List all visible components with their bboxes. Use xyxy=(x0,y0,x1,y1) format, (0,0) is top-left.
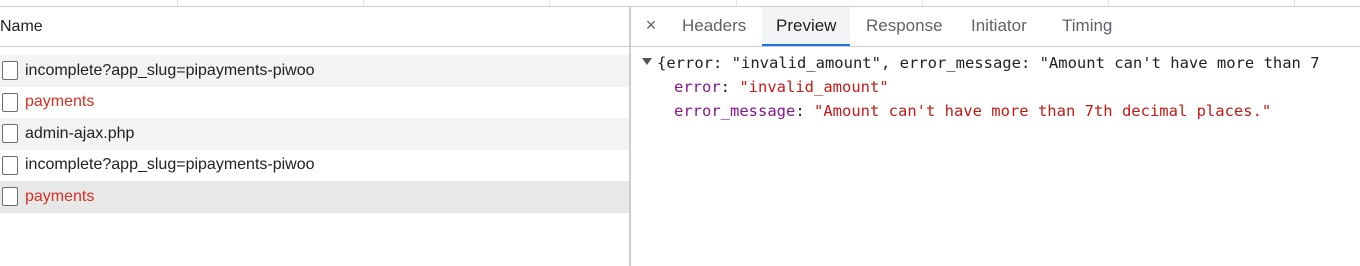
json-value: "invalid_amount" xyxy=(739,78,889,96)
request-row[interactable]: incomplete?app_slug=pipayments-piwoo xyxy=(0,55,629,87)
request-row[interactable]: payments xyxy=(0,87,629,119)
close-icon[interactable]: × xyxy=(643,15,659,35)
json-summary: {error: "invalid_amount", error_message:… xyxy=(657,54,1320,72)
request-row-selected[interactable]: payments xyxy=(0,181,629,213)
tab-headers[interactable]: Headers xyxy=(668,7,760,46)
expand-triangle-icon[interactable] xyxy=(642,58,652,65)
request-detail-panel: × Headers Preview Response Initiator Tim… xyxy=(631,7,1360,266)
json-property: error_message: "Amount can't have more t… xyxy=(674,102,1272,120)
request-list: Name incomplete?app_slug=pipayments-piwo… xyxy=(0,7,629,266)
request-name: payments xyxy=(25,187,95,205)
json-summary-line[interactable]: {error: "invalid_amount", error_message:… xyxy=(631,51,1360,75)
document-icon xyxy=(2,187,18,207)
request-row[interactable]: incomplete?app_slug=pipayments-piwoo xyxy=(0,150,629,182)
devtools-network-panel: Name incomplete?app_slug=pipayments-piwo… xyxy=(0,0,1360,266)
tab-timing[interactable]: Timing xyxy=(1048,7,1126,46)
document-icon xyxy=(2,92,18,112)
document-icon xyxy=(2,124,18,144)
name-column-header-label: Name xyxy=(0,18,43,35)
document-icon xyxy=(2,61,18,81)
request-row[interactable]: admin-ajax.php xyxy=(0,118,629,150)
json-property: error: "invalid_amount" xyxy=(674,78,889,96)
request-name: admin-ajax.php xyxy=(25,124,135,142)
name-column-header[interactable]: Name xyxy=(0,7,629,47)
json-key: error xyxy=(674,78,721,96)
request-name: payments xyxy=(25,93,95,111)
request-rows: incomplete?app_slug=pipayments-piwoo pay… xyxy=(0,55,629,213)
tab-response[interactable]: Response xyxy=(852,7,957,46)
detail-tab-bar: × Headers Preview Response Initiator Tim… xyxy=(631,7,1360,47)
tab-preview[interactable]: Preview xyxy=(762,7,851,46)
json-value: "Amount can't have more than 7th decimal… xyxy=(814,102,1272,120)
top-strip xyxy=(0,0,1360,7)
tab-initiator[interactable]: Initiator xyxy=(957,7,1041,46)
request-name: incomplete?app_slug=pipayments-piwoo xyxy=(25,61,315,79)
json-preview: {error: "invalid_amount", error_message:… xyxy=(631,51,1360,123)
json-key: error_message xyxy=(674,102,796,120)
document-icon xyxy=(2,155,18,175)
request-name: incomplete?app_slug=pipayments-piwoo xyxy=(25,156,315,174)
